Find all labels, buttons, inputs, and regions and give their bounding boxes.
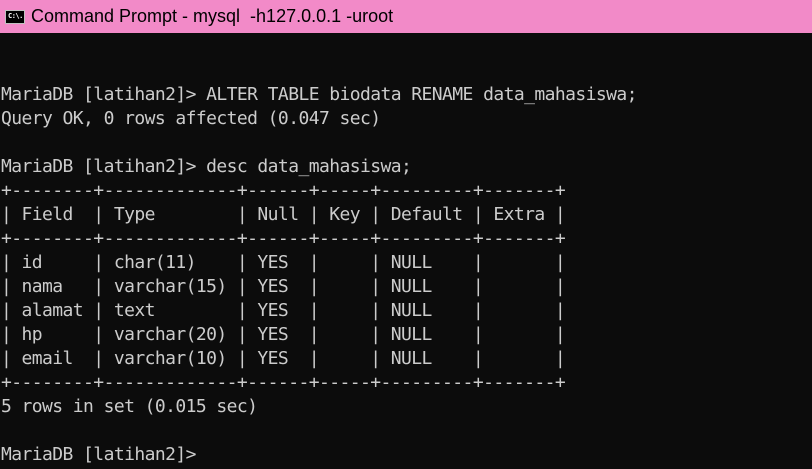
window-title: Command Prompt - mysql -h127.0.0.1 -uroo… — [31, 6, 394, 26]
table-row: | nama | varchar(15) | YES | | NULL | | — [1, 276, 566, 297]
command-prompt-window: C:\. Command Prompt - mysql -h127.0.0.1 … — [0, 0, 812, 469]
title-bar[interactable]: C:\. Command Prompt - mysql -h127.0.0.1 … — [0, 0, 812, 33]
command-prompt-icon[interactable]: C:\. — [5, 9, 25, 24]
console-line-query-ok: Query OK, 0 rows affected (0.047 sec) — [1, 108, 381, 129]
icon-label: C:\. — [8, 11, 23, 20]
console-prompt[interactable]: MariaDB [latihan2]> — [1, 443, 811, 467]
table-header-row: | Field | Type | Null | Key | Default | … — [1, 204, 566, 225]
table-row: | hp | varchar(20) | YES | | NULL | | — [1, 324, 566, 345]
table-row: | email | varchar(10) | YES | | NULL | | — [1, 348, 566, 369]
console-line-desc-command: MariaDB [latihan2]> desc data_mahasiswa; — [1, 156, 412, 177]
console-line-rows-in-set: 5 rows in set (0.015 sec) — [1, 396, 258, 417]
table-row: | alamat | text | YES | | NULL | | — [1, 300, 566, 321]
table-border-header: +--------+-------------+------+-----+---… — [1, 228, 566, 249]
table-border-top: +--------+-------------+------+-----+---… — [1, 180, 566, 201]
table-row: | id | char(11) | YES | | NULL | | — [1, 252, 566, 273]
console-output[interactable]: MariaDB [latihan2]> ALTER TABLE biodata … — [1, 59, 811, 467]
console-line-alter-command: MariaDB [latihan2]> ALTER TABLE biodata … — [1, 84, 638, 105]
table-border-bottom: +--------+-------------+------+-----+---… — [1, 372, 566, 393]
